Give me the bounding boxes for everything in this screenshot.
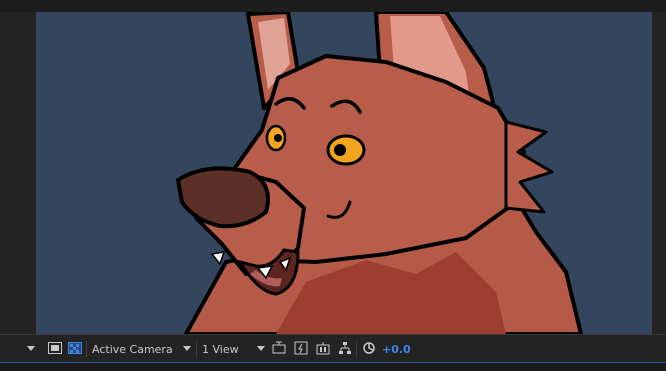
fast-preview-icon[interactable] (292, 339, 310, 357)
toolbar-separator (356, 341, 357, 357)
view-layout-dropdown[interactable]: 1 View (202, 339, 266, 359)
chevron-down-icon[interactable] (26, 339, 36, 359)
right-panel-edge (652, 12, 666, 334)
fit-view-icon[interactable] (270, 339, 288, 357)
timeline-icon[interactable] (314, 339, 332, 357)
view-dropdown-label: 1 View (202, 342, 239, 356)
camera-dropdown-label: Active Camera (92, 342, 173, 356)
exposure-value[interactable]: +0.0 (382, 339, 411, 359)
viewer-toolbar: Active Camera 1 View +0.0 (0, 334, 666, 363)
toggle-mask-icon[interactable] (46, 339, 64, 357)
chevron-down-icon (256, 339, 266, 359)
transparency-grid-icon[interactable] (66, 339, 84, 357)
composition-viewer[interactable] (36, 12, 652, 334)
reset-exposure-icon[interactable] (360, 339, 378, 357)
chevron-down-icon (182, 339, 192, 359)
composition-artwork (36, 12, 652, 334)
toolbar-separator (86, 341, 87, 357)
camera-dropdown[interactable]: Active Camera (92, 339, 192, 359)
flowchart-icon[interactable] (336, 339, 354, 357)
left-panel-edge (0, 12, 36, 334)
toolbar-separator (196, 341, 197, 357)
